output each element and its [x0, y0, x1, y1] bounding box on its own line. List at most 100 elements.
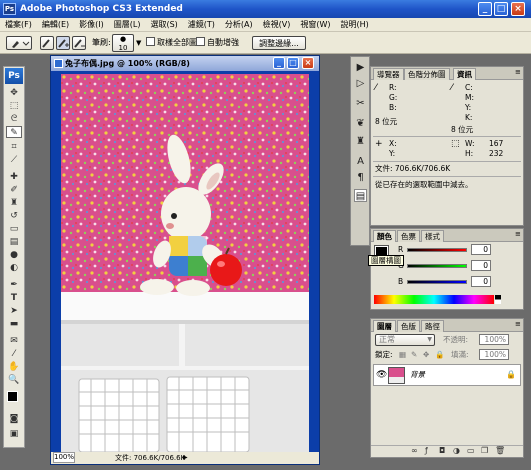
menu-layer[interactable]: 圖層(L) — [109, 18, 146, 32]
gradient-tool-icon[interactable]: ▤ — [6, 236, 22, 248]
marquee-tool-icon[interactable]: ⬚ — [6, 100, 22, 112]
lock-pixels-icon[interactable]: ✎ — [411, 350, 417, 360]
tool-presets-icon[interactable]: ✂ — [354, 97, 367, 110]
status-menu-arrow-icon[interactable]: ▶ — [183, 452, 188, 464]
tab-channels[interactable]: 色版 — [397, 320, 420, 332]
maximize-button[interactable]: □ — [494, 2, 508, 16]
character-icon[interactable]: A — [354, 155, 367, 168]
zoom-level[interactable]: 100% — [53, 452, 75, 463]
new-layer-icon[interactable]: ❐ — [481, 446, 488, 455]
add-selection-mode-button[interactable] — [56, 36, 70, 50]
tab-layers[interactable]: 圖層 — [373, 320, 396, 332]
menu-edit[interactable]: 編輯(E) — [37, 18, 74, 32]
menu-window[interactable]: 視窗(W) — [295, 18, 335, 32]
black-white-ramp[interactable] — [495, 295, 501, 304]
menu-analysis[interactable]: 分析(A) — [220, 18, 258, 32]
r-value-input[interactable]: 0 — [471, 244, 491, 255]
menu-file[interactable]: 檔案(F) — [0, 18, 37, 32]
panel-menu-icon[interactable]: ≡ — [515, 68, 521, 76]
clone-source-icon[interactable]: ♜ — [354, 135, 367, 148]
slice-tool-icon[interactable]: ⟋ — [6, 154, 22, 166]
notes-tool-icon[interactable]: ✉ — [6, 335, 22, 347]
delete-layer-icon[interactable]: 🗑 — [495, 446, 505, 455]
visibility-eye-icon[interactable]: 👁 — [376, 370, 387, 380]
b-value-input[interactable]: 0 — [471, 276, 491, 287]
lock-transparent-icon[interactable]: ▦ — [399, 350, 406, 360]
tab-swatches[interactable]: 色票 — [397, 230, 420, 242]
layer-row-background[interactable]: 👁 背景 🔒 — [373, 364, 521, 386]
path-selection-icon[interactable]: ➤ — [6, 305, 22, 317]
history-brush-icon[interactable]: ↺ — [6, 210, 22, 222]
move-tool-icon[interactable]: ✥ — [6, 87, 22, 99]
lock-position-icon[interactable]: ✥ — [423, 350, 429, 360]
doc-close-button[interactable]: × — [302, 57, 314, 69]
menu-view[interactable]: 檢視(V) — [258, 18, 296, 32]
tab-navigator[interactable]: 導覽器 — [373, 68, 404, 80]
canvas-image[interactable] — [61, 74, 309, 452]
brush-tool-icon[interactable]: ✐ — [6, 184, 22, 196]
zoom-tool-icon[interactable]: 🔍 — [6, 374, 22, 386]
foreground-color-swatch[interactable] — [7, 391, 18, 402]
menu-filter[interactable]: 濾鏡(T) — [183, 18, 220, 32]
dodge-tool-icon[interactable]: ◐ — [6, 262, 22, 274]
paragraph-icon[interactable]: ¶ — [354, 171, 367, 184]
play-icon[interactable]: ▷ — [354, 77, 367, 90]
blend-mode-select[interactable]: 正常 ▼ — [375, 334, 435, 346]
lasso-tool-icon[interactable]: ᘓ — [6, 113, 22, 125]
doc-minimize-button[interactable]: _ — [273, 57, 285, 69]
pen-tool-icon[interactable]: ✒ — [6, 279, 22, 291]
history-icon[interactable]: ▶ — [354, 61, 367, 74]
tab-info[interactable]: 資訊 — [453, 68, 476, 80]
clone-stamp-icon[interactable]: ♜ — [6, 197, 22, 209]
eraser-icon[interactable]: ▭ — [6, 223, 22, 235]
type-tool-icon[interactable]: T — [6, 292, 22, 304]
fill-input[interactable]: 100% — [479, 349, 509, 360]
quick-mask-icon[interactable]: ◙ — [6, 413, 22, 425]
tab-color[interactable]: 顏色 — [373, 230, 396, 242]
link-layers-icon[interactable]: ∞ — [411, 446, 418, 455]
g-value-input[interactable]: 0 — [471, 260, 491, 271]
menu-help[interactable]: 說明(H) — [336, 18, 374, 32]
brush-picker[interactable]: ● 10 — [112, 34, 134, 52]
new-group-icon[interactable]: ▭ — [467, 446, 475, 455]
eyedropper-icon[interactable]: ⁄ — [6, 348, 22, 360]
lock-all-icon[interactable]: 🔒 — [435, 350, 444, 360]
color-ramp[interactable] — [374, 295, 494, 304]
menu-image[interactable]: 影像(I) — [74, 18, 109, 32]
crop-tool-icon[interactable]: ⌗ — [6, 141, 22, 153]
screen-mode-icon[interactable]: ▣ — [6, 428, 22, 440]
checkbox-box[interactable] — [146, 37, 155, 46]
checkbox-box[interactable] — [196, 37, 205, 46]
tab-paths[interactable]: 路徑 — [421, 320, 444, 332]
new-selection-mode-button[interactable] — [40, 36, 54, 50]
tab-styles[interactable]: 樣式 — [421, 230, 444, 242]
adjustment-layer-icon[interactable]: ◑ — [453, 446, 460, 455]
healing-brush-icon[interactable]: ✚ — [6, 171, 22, 183]
doc-maximize-button[interactable]: □ — [287, 57, 299, 69]
auto-enhance-checkbox[interactable]: 自動增強 — [196, 36, 239, 50]
tab-histogram[interactable]: 色階分佈圖 — [404, 68, 450, 80]
tool-preset-picker[interactable] — [6, 36, 32, 50]
menu-select[interactable]: 選取(S) — [145, 18, 182, 32]
subtract-selection-mode-button[interactable] — [72, 36, 86, 50]
brushes-icon[interactable]: ❦ — [354, 117, 367, 130]
tooltip: 圖層構圖 — [368, 255, 404, 266]
panel-menu-icon[interactable]: ≡ — [515, 320, 521, 328]
b-slider[interactable] — [407, 280, 467, 284]
r-slider[interactable] — [407, 248, 467, 252]
quick-selection-tool-icon[interactable]: ✎ — [6, 126, 22, 138]
info-r-label: R: — [389, 83, 397, 92]
layer-style-icon[interactable]: ƒ — [425, 446, 428, 455]
panel-menu-icon[interactable]: ≡ — [515, 230, 521, 238]
close-button[interactable]: × — [511, 2, 525, 16]
refine-edge-button[interactable]: 調整邊緣... — [252, 36, 306, 50]
opacity-input[interactable]: 100% — [479, 334, 509, 345]
blur-tool-icon[interactable]: ● — [6, 249, 22, 261]
g-slider[interactable] — [407, 264, 467, 268]
hand-tool-icon[interactable]: ✋ — [6, 361, 22, 373]
layer-mask-icon[interactable]: ◘ — [439, 446, 445, 455]
brush-dropdown-icon[interactable]: ▼ — [136, 36, 141, 50]
layer-comps-icon[interactable]: ▤ — [354, 189, 367, 202]
shape-tool-icon[interactable]: ▬ — [6, 318, 22, 330]
minimize-button[interactable]: _ — [478, 2, 492, 16]
